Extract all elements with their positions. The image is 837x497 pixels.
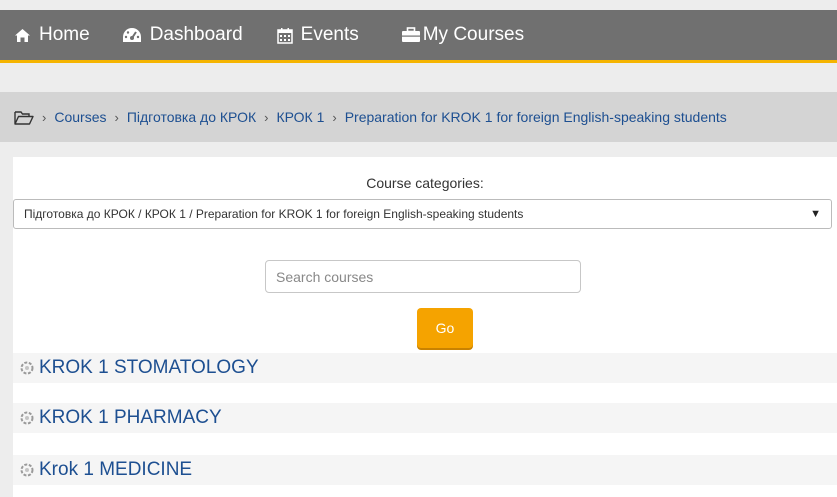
course-name[interactable]: KROK 1 STOMATOLOGY [39,357,259,379]
breadcrumb-separator: › [264,109,269,125]
course-categories-label: Course categories: [366,175,484,191]
briefcase-icon [401,27,421,43]
course-name[interactable]: Krok 1 MEDICINE [39,459,192,481]
go-button[interactable]: Go [417,308,473,348]
nav-dashboard-label: Dashboard [149,24,243,45]
folder-open-icon[interactable] [14,110,34,125]
nav-events[interactable]: Events [276,10,359,60]
nav-my-courses[interactable]: My Courses [401,10,524,60]
breadcrumb-krok-prep[interactable]: Підготовка до КРОК [127,109,256,125]
nav-my-courses-label: My Courses [422,24,525,45]
course-category-selected-value: Підготовка до КРОК / КРОК 1 / Preparatio… [24,207,524,221]
breadcrumb-courses[interactable]: Courses [54,109,106,125]
course-item[interactable]: Krok 1 MEDICINE [13,455,837,485]
top-navbar: Home Dashboard Events My Courses [0,10,837,63]
breadcrumb-current-category[interactable]: Preparation for KROK 1 for foreign Engli… [345,109,727,125]
breadcrumb: › Courses › Підготовка до КРОК › КРОК 1 … [0,92,837,142]
nav-home-label: Home [39,24,90,45]
dashboard-icon [122,27,142,43]
nav-events-label: Events [300,24,359,45]
home-icon [14,28,31,43]
course-icon [19,410,35,426]
breadcrumb-separator: › [332,109,337,125]
course-item[interactable]: KROK 1 PHARMACY [13,403,837,433]
course-category-select[interactable]: Підготовка до КРОК / КРОК 1 / Preparatio… [13,199,832,229]
search-courses-input[interactable] [265,260,581,293]
course-icon [19,360,35,376]
breadcrumb-separator: › [42,109,47,125]
course-item[interactable]: KROK 1 STOMATOLOGY [13,353,837,383]
course-icon [19,462,35,478]
course-name[interactable]: KROK 1 PHARMACY [39,407,222,429]
course-panel: Course categories: Підготовка до КРОК / … [13,157,837,497]
breadcrumb-krok-1[interactable]: КРОК 1 [276,109,324,125]
dropdown-arrow-icon: ▼ [810,208,821,220]
nav-home[interactable]: Home [14,10,90,60]
breadcrumb-separator: › [114,109,119,125]
nav-dashboard[interactable]: Dashboard [122,10,243,60]
calendar-icon [276,27,293,44]
